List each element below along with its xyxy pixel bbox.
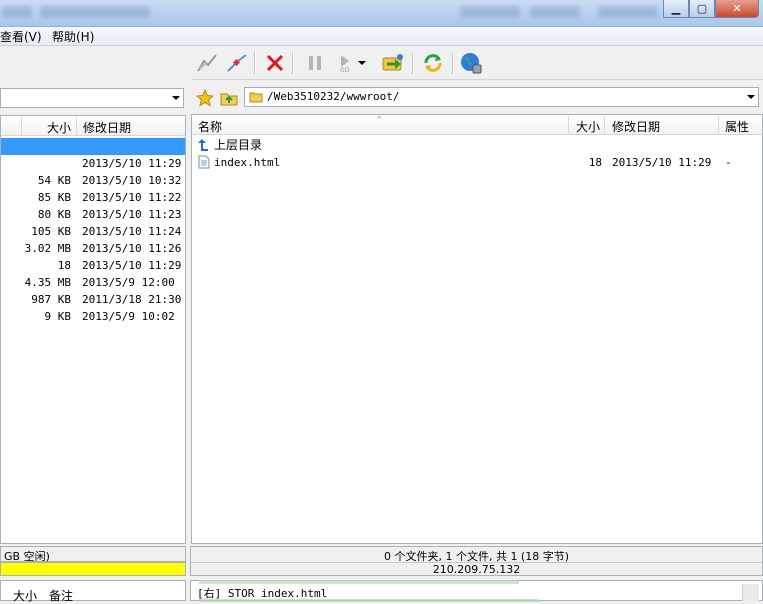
col-date[interactable]: 修改日期 bbox=[612, 118, 660, 135]
local-file-row[interactable]: 3.02 MB 2013/5/10 11:26 bbox=[1, 240, 185, 257]
local-file-row[interactable]: 105 KB 2013/5/10 11:24 bbox=[1, 223, 185, 240]
chevron-down-icon[interactable] bbox=[172, 96, 180, 100]
sort-asc-icon: ^ bbox=[376, 115, 383, 124]
log-panel[interactable]: [右] STOR index.html bbox=[190, 580, 763, 602]
minimize-icon[interactable]: ▁ bbox=[663, 0, 689, 18]
parent-dir-label: 上层目录 bbox=[214, 138, 263, 152]
chevron-down-icon[interactable] bbox=[356, 51, 368, 75]
local-file-row[interactable]: 18 2013/5/10 11:29 bbox=[1, 257, 185, 274]
file-date: 2011/3/18 21:30 bbox=[82, 293, 182, 306]
remote-address-bar: /Web3510232/wwwroot/ bbox=[192, 86, 763, 110]
file-size: 987 KB bbox=[31, 293, 71, 306]
transfer-icon[interactable] bbox=[380, 51, 406, 75]
file-date: 2013/5/9 10:02 bbox=[82, 310, 175, 323]
file-size: 80 KB bbox=[37, 208, 71, 221]
local-path-combo[interactable] bbox=[0, 88, 184, 108]
connect-icon[interactable] bbox=[194, 51, 220, 75]
remote-ip: 210.209.75.132 bbox=[191, 562, 762, 576]
blurred-title bbox=[530, 6, 580, 18]
remote-list-header: 名称 ^ 大小 修改日期 属性 bbox=[192, 115, 762, 135]
svg-text:GO: GO bbox=[340, 67, 350, 73]
local-file-row[interactable]: 2013/5/10 11:29 bbox=[1, 155, 185, 172]
file-date: 2013/5/10 11:23 bbox=[82, 208, 182, 221]
local-file-list[interactable]: 大小 修改日期 2013/5/10 11:29 54 KB 2013/5/10 10… bbox=[0, 115, 186, 544]
col-size[interactable]: 大小 bbox=[47, 119, 71, 136]
file-date: 2013/5/10 11:24 bbox=[82, 225, 182, 238]
file-date: 2013/5/10 11:29 bbox=[82, 259, 182, 272]
local-file-row[interactable]: 4.35 MB 2013/5/9 12:00 bbox=[1, 274, 185, 291]
file-size: 3.02 MB bbox=[24, 242, 71, 255]
file-size: 54 KB bbox=[37, 174, 71, 187]
file-size: 85 KB bbox=[37, 191, 71, 204]
folder-icon bbox=[249, 90, 263, 107]
col-name[interactable]: 名称 bbox=[198, 118, 222, 135]
queue-list[interactable]: 大小 备注 bbox=[0, 580, 186, 604]
globe-icon[interactable] bbox=[458, 51, 484, 75]
file-date: 2013/5/10 10:32 bbox=[82, 174, 182, 187]
col-date[interactable]: 修改日期 bbox=[83, 119, 131, 136]
remote-path-text[interactable]: /Web3510232/wwwroot/ bbox=[267, 90, 399, 103]
toolbar: GO bbox=[192, 47, 763, 80]
chevron-down-icon[interactable] bbox=[747, 95, 755, 99]
local-file-row[interactable] bbox=[1, 138, 185, 155]
title-bar: ▁ ▢ ✕ bbox=[0, 0, 763, 27]
remote-status: 0 个文件夹, 1 个文件, 共 1 (18 字节) 210.209.75.13… bbox=[190, 546, 763, 576]
maximize-icon[interactable]: ▢ bbox=[689, 0, 715, 18]
menu-bar: 查看(V) 帮助(H) bbox=[0, 27, 763, 46]
parent-dir-row[interactable]: 上层目录 bbox=[192, 137, 762, 154]
local-file-row[interactable]: 987 KB 2011/3/18 21:30 bbox=[1, 291, 185, 308]
file-attr: - bbox=[725, 156, 732, 169]
local-status: GB 空闲) bbox=[0, 546, 186, 563]
disconnect-icon[interactable] bbox=[224, 51, 250, 75]
local-file-row[interactable]: 54 KB 2013/5/10 10:32 bbox=[1, 172, 185, 189]
menu-help[interactable]: 帮助(H) bbox=[52, 28, 94, 45]
file-date: 2013/5/10 11:29 bbox=[612, 156, 712, 169]
window-controls: ▁ ▢ ✕ bbox=[663, 0, 759, 20]
col-attr[interactable]: 属性 bbox=[725, 118, 749, 135]
remote-file-row[interactable]: index.html 18 2013/5/10 11:29- bbox=[192, 154, 762, 171]
remote-file-list[interactable]: 名称 ^ 大小 修改日期 属性 上层目录 index.html 18 2013/5/… bbox=[191, 114, 763, 544]
play-icon[interactable]: GO bbox=[332, 51, 358, 75]
delete-icon[interactable] bbox=[262, 51, 288, 75]
remote-path-combo[interactable]: /Web3510232/wwwroot/ bbox=[244, 87, 759, 107]
col-size[interactable]: 大小 bbox=[576, 118, 600, 135]
menu-view[interactable]: 查看(V) bbox=[0, 28, 42, 45]
file-size: 9 KB bbox=[44, 310, 72, 323]
file-date: 2013/5/9 12:00 bbox=[82, 276, 175, 289]
refresh-icon[interactable] bbox=[420, 51, 446, 75]
favorites-star-icon[interactable] bbox=[194, 86, 216, 110]
close-icon[interactable]: ✕ bbox=[715, 0, 759, 18]
blurred-title bbox=[460, 6, 520, 18]
local-file-row[interactable]: 9 KB 2013/5/9 10:02 bbox=[1, 308, 185, 325]
file-date: 2013/5/10 11:29 bbox=[82, 157, 182, 170]
local-file-row[interactable]: 85 KB 2013/5/10 11:22 bbox=[1, 189, 185, 206]
local-list-header: 大小 修改日期 bbox=[1, 116, 185, 136]
file-size: 18 bbox=[588, 156, 602, 169]
file-size: 4.35 MB bbox=[24, 276, 71, 289]
blurred-title bbox=[40, 6, 150, 18]
log-line-clipped bbox=[199, 580, 519, 584]
file-name: index.html bbox=[214, 156, 281, 169]
file-size: 18 bbox=[57, 259, 71, 272]
blurred-title bbox=[598, 6, 658, 18]
file-date: 2013/5/10 11:26 bbox=[82, 242, 182, 255]
queue-col-size[interactable]: 大小 bbox=[13, 587, 37, 604]
blurred-title bbox=[2, 6, 32, 18]
up-folder-icon[interactable] bbox=[218, 86, 240, 110]
file-size: 105 KB bbox=[31, 225, 71, 238]
pause-icon[interactable] bbox=[302, 51, 328, 75]
queue-col-note[interactable]: 备注 bbox=[49, 587, 73, 604]
file-date: 2013/5/10 11:22 bbox=[82, 191, 182, 204]
local-file-row[interactable]: 80 KB 2013/5/10 11:23 bbox=[1, 206, 185, 223]
disk-usage-bar bbox=[0, 562, 186, 576]
log-scrollbar[interactable] bbox=[742, 584, 759, 601]
html-file-icon bbox=[198, 155, 210, 174]
